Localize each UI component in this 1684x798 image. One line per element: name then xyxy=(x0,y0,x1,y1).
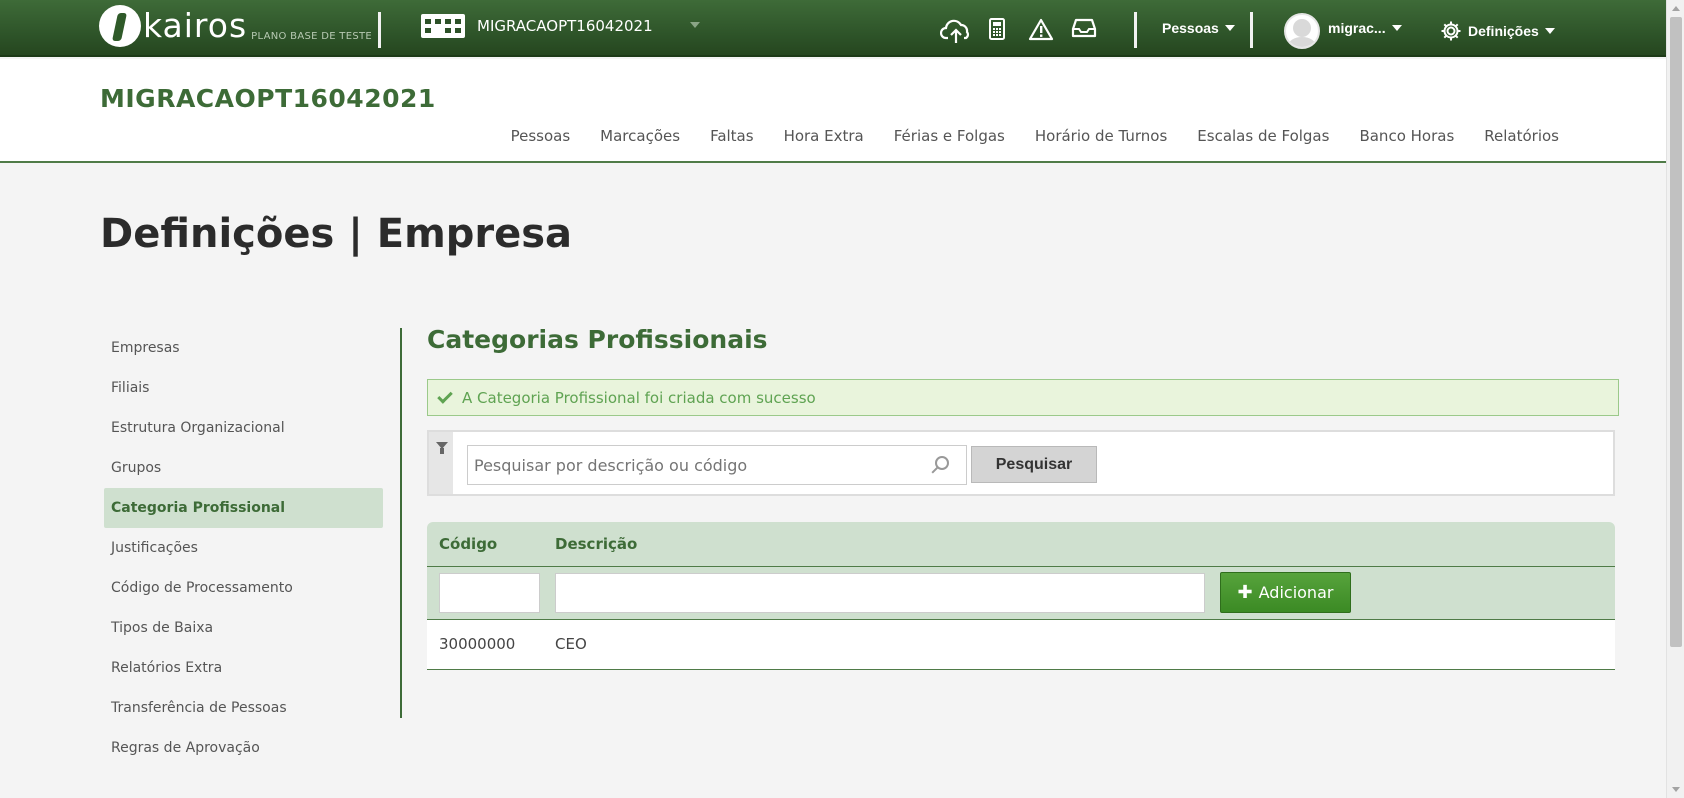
new-description-input[interactable] xyxy=(555,573,1205,613)
main-content: Categorias Profissionais A Categoria Pro… xyxy=(427,325,1619,670)
logo-text: kairos xyxy=(143,6,248,45)
sidebar-item-empresas[interactable]: Empresas xyxy=(104,328,383,368)
company-selector[interactable]: MIGRACAOPT16042021 xyxy=(421,14,700,38)
topbar-divider xyxy=(1134,12,1137,48)
new-code-input[interactable] xyxy=(439,573,540,613)
chevron-down-icon xyxy=(1391,25,1402,31)
company-selector-label: MIGRACAOPT16042021 xyxy=(477,17,653,35)
sidebar-item-tipos-baixa[interactable]: Tipos de Baixa xyxy=(104,608,383,648)
settings-sidebar: Empresas Filiais Estrutura Organizaciona… xyxy=(104,328,383,768)
top-bar: kairos PLANO BASE DE TESTE MIGRACAOPT160… xyxy=(0,0,1666,57)
user-avatar[interactable] xyxy=(1284,13,1320,49)
sidebar-item-relatorios-extra[interactable]: Relatórios Extra xyxy=(104,648,383,688)
user-menu[interactable]: migrac... xyxy=(1328,20,1402,36)
success-alert: A Categoria Profissional foi criada com … xyxy=(427,379,1619,416)
nav-item-escalas-folgas[interactable]: Escalas de Folgas xyxy=(1197,127,1329,145)
user-name: migrac... xyxy=(1328,20,1386,36)
search-panel: Pesquisar xyxy=(427,430,1615,496)
success-alert-text: A Categoria Profissional foi criada com … xyxy=(462,388,816,407)
page-scrollbar[interactable] xyxy=(1666,0,1684,798)
scroll-down-arrow-icon[interactable] xyxy=(1672,787,1680,792)
chevron-down-icon xyxy=(1544,28,1555,34)
sidebar-item-codigo-processamento[interactable]: Código de Processamento xyxy=(104,568,383,608)
logo-mark-icon xyxy=(99,5,141,47)
nav-item-pessoas[interactable]: Pessoas xyxy=(511,127,571,145)
page-title: Definições | Empresa xyxy=(100,211,573,257)
search-input[interactable] xyxy=(467,445,967,485)
nav-item-ferias-folgas[interactable]: Férias e Folgas xyxy=(894,127,1005,145)
search-button[interactable]: Pesquisar xyxy=(971,446,1097,483)
inbox-icon[interactable] xyxy=(1071,18,1097,42)
calculator-icon[interactable] xyxy=(989,18,1005,44)
sidebar-item-estrutura-organizacional[interactable]: Estrutura Organizacional xyxy=(104,408,383,448)
topbar-divider xyxy=(1250,12,1253,48)
nav-item-relatorios[interactable]: Relatórios xyxy=(1484,127,1559,145)
page-header: MIGRACAOPT16042021 Pessoas Marcações Fal… xyxy=(0,59,1666,163)
settings-menu-label: Definições xyxy=(1468,23,1539,39)
row-description: CEO xyxy=(555,635,587,653)
cloud-upload-icon[interactable] xyxy=(939,18,972,48)
nav-item-marcacoes[interactable]: Marcações xyxy=(600,127,680,145)
categories-table: Código Descrição ✚ Adicionar 30000000 CE… xyxy=(427,522,1615,670)
topbar-divider xyxy=(378,12,381,48)
settings-menu[interactable]: Definições xyxy=(1440,20,1555,42)
chevron-down-icon xyxy=(690,22,700,28)
sidebar-item-justificacoes[interactable]: Justificações xyxy=(104,528,383,568)
filter-toggle[interactable] xyxy=(429,432,453,494)
plus-icon: ✚ xyxy=(1237,582,1253,603)
section-title: Categorias Profissionais xyxy=(427,325,768,354)
add-category-row: ✚ Adicionar xyxy=(427,567,1615,620)
sidebar-divider xyxy=(400,328,402,718)
sidebar-item-transferencia-pessoas[interactable]: Transferência de Pessoas xyxy=(104,688,383,728)
table-header: Código Descrição xyxy=(427,522,1615,567)
nav-item-hora-extra[interactable]: Hora Extra xyxy=(784,127,864,145)
sidebar-item-regras-aprovacao[interactable]: Regras de Aprovação xyxy=(104,728,383,768)
gear-icon xyxy=(1441,21,1461,41)
filter-icon xyxy=(436,442,448,454)
add-button-label: Adicionar xyxy=(1258,583,1334,602)
sidebar-item-categoria-profissional[interactable]: Categoria Profissional xyxy=(104,488,383,528)
warning-icon[interactable] xyxy=(1028,18,1054,45)
logo-subtext: PLANO BASE DE TESTE xyxy=(251,31,373,42)
company-title: MIGRACAOPT16042021 xyxy=(100,84,436,113)
sidebar-item-filiais[interactable]: Filiais xyxy=(104,368,383,408)
scrollbar-thumb[interactable] xyxy=(1670,17,1682,647)
column-header-description: Descrição xyxy=(555,535,638,553)
main-nav: Pessoas Marcações Faltas Hora Extra Féri… xyxy=(481,127,1559,145)
people-menu-label: Pessoas xyxy=(1162,20,1219,36)
chevron-down-icon xyxy=(1224,25,1235,31)
search-icon xyxy=(935,456,949,470)
people-menu[interactable]: Pessoas xyxy=(1162,20,1235,36)
nav-item-horario-turnos[interactable]: Horário de Turnos xyxy=(1035,127,1167,145)
scroll-up-arrow-icon[interactable] xyxy=(1672,6,1680,11)
row-code: 30000000 xyxy=(439,635,516,653)
add-button[interactable]: ✚ Adicionar xyxy=(1220,572,1351,613)
nav-item-banco-horas[interactable]: Banco Horas xyxy=(1359,127,1454,145)
table-row[interactable]: 30000000 CEO xyxy=(427,620,1615,670)
checkmark-icon xyxy=(437,387,453,404)
kairos-logo[interactable]: kairos PLANO BASE DE TESTE xyxy=(99,5,372,47)
nav-item-faltas[interactable]: Faltas xyxy=(710,127,754,145)
company-building-icon xyxy=(421,14,465,38)
column-header-code: Código xyxy=(439,535,498,553)
sidebar-item-grupos[interactable]: Grupos xyxy=(104,448,383,488)
